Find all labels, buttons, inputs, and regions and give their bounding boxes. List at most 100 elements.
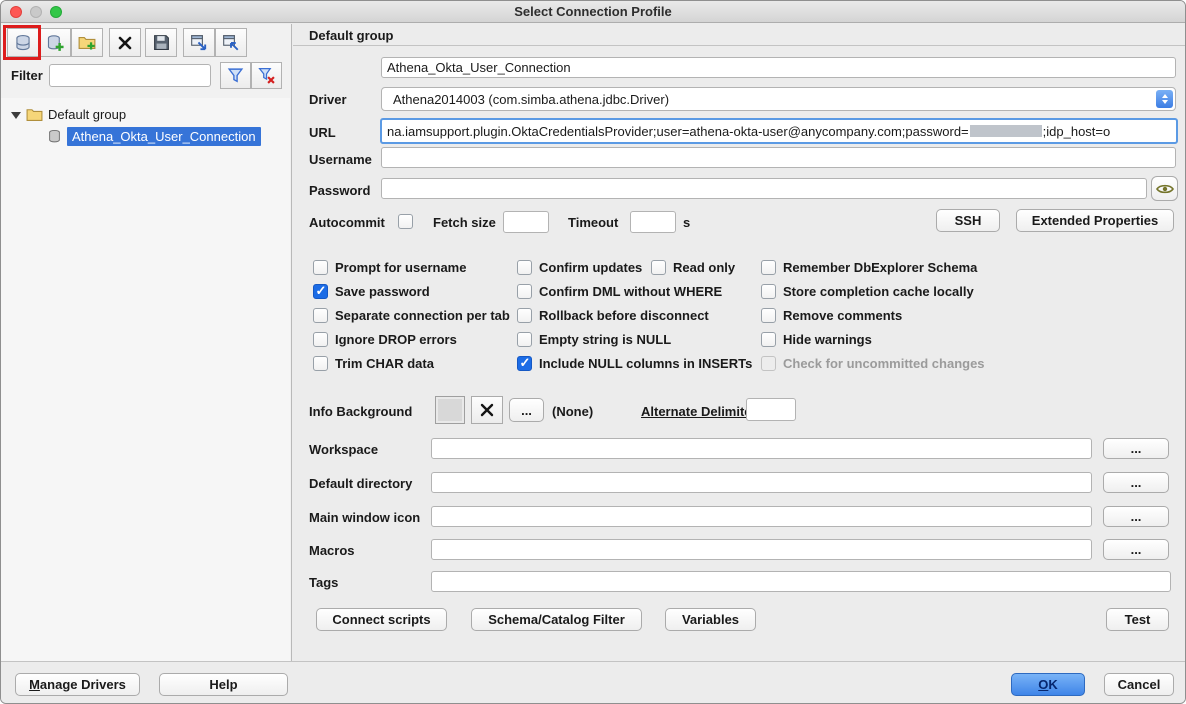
info-background-color-swatch[interactable]: [435, 396, 465, 424]
delete-icon: [117, 35, 133, 51]
checkbox-box: [517, 284, 532, 299]
checkbox-box: [313, 308, 328, 323]
info-background-none-value: (None): [552, 404, 593, 419]
checkbox-box: [517, 308, 532, 323]
checkbox-label: Empty string is NULL: [539, 332, 671, 347]
checkbox-include-null-columns-in-inserts[interactable]: Include NULL columns in INSERTs: [517, 355, 752, 372]
pick-info-background-button[interactable]: ...: [509, 398, 544, 422]
checkbox-rollback-before-disconnect[interactable]: Rollback before disconnect: [517, 307, 709, 324]
timeout-unit: s: [683, 215, 690, 230]
test-button[interactable]: Test: [1106, 608, 1169, 631]
fetch-size-label: Fetch size: [433, 215, 496, 230]
checkbox-empty-string-is-null[interactable]: Empty string is NULL: [517, 331, 671, 348]
macros-browse-button[interactable]: ...: [1103, 539, 1169, 560]
browse-dots-label: ...: [1131, 475, 1142, 490]
fetch-size-input[interactable]: [503, 211, 549, 233]
minimize-window-button[interactable]: [30, 6, 42, 18]
clear-filter-button[interactable]: [251, 62, 282, 89]
new-folder-icon: [78, 34, 96, 52]
macros-input[interactable]: [431, 539, 1092, 560]
password-input[interactable]: [381, 178, 1147, 199]
manage-drivers-button[interactable]: Manage Drivers: [15, 673, 140, 696]
schema-catalog-filter-label: Schema/Catalog Filter: [488, 612, 625, 627]
schema-catalog-filter-button[interactable]: Schema/Catalog Filter: [471, 608, 642, 631]
driver-selected-value: Athena2014003 (com.simba.athena.jdbc.Dri…: [393, 92, 669, 107]
dropdown-stepper-icon: [1156, 90, 1173, 108]
collapse-all-button[interactable]: [215, 28, 247, 57]
workspace-input[interactable]: [431, 438, 1092, 459]
alternate-delimiter-label: Alternate Delimiter: [641, 404, 757, 419]
browse-dots-label: ...: [1131, 441, 1142, 456]
checkbox-trim-char-data[interactable]: Trim CHAR data: [313, 355, 434, 372]
zoom-window-button[interactable]: [50, 6, 62, 18]
filter-input[interactable]: [49, 64, 211, 87]
profile-name-input[interactable]: Athena_Okta_User_Connection: [381, 57, 1176, 78]
checkbox-box: [313, 260, 328, 275]
eye-icon: [1156, 183, 1174, 195]
show-password-button[interactable]: [1151, 176, 1178, 201]
ok-label: K: [1048, 677, 1057, 692]
checkbox-label: Separate connection per tab: [335, 308, 510, 323]
checkbox-store-completion-cache-locally[interactable]: Store completion cache locally: [761, 283, 974, 300]
checkbox-remove-comments[interactable]: Remove comments: [761, 307, 902, 324]
ok-button[interactable]: OK: [1011, 673, 1085, 696]
checkbox-read-only[interactable]: Read only: [651, 259, 735, 276]
main-window-icon-browse-button[interactable]: ...: [1103, 506, 1169, 527]
expand-all-button[interactable]: [183, 28, 215, 57]
username-input[interactable]: [381, 147, 1176, 168]
main-window-icon-input[interactable]: [431, 506, 1092, 527]
checkbox-save-password[interactable]: Save password: [313, 283, 430, 300]
driver-label: Driver: [309, 92, 347, 107]
save-profiles-button[interactable]: [145, 28, 177, 57]
alternate-delimiter-input[interactable]: [746, 398, 796, 421]
tags-input[interactable]: [431, 571, 1171, 592]
default-directory-input[interactable]: [431, 472, 1092, 493]
copy-profile-button[interactable]: [39, 28, 71, 57]
checkbox-separate-connection-per-tab[interactable]: Separate connection per tab: [313, 307, 510, 324]
checkbox-prompt-for-username[interactable]: Prompt for username: [313, 259, 466, 276]
autocommit-checkbox[interactable]: [398, 214, 413, 229]
delete-profile-button[interactable]: [109, 28, 141, 57]
disclosure-triangle-icon[interactable]: [11, 112, 21, 119]
tree-item-profile[interactable]: Athena_Okta_User_Connection: [47, 126, 261, 146]
checkbox-check-for-uncommitted-changes: Check for uncommitted changes: [761, 355, 985, 372]
checkbox-ignore-drop-errors[interactable]: Ignore DROP errors: [313, 331, 457, 348]
extended-properties-button[interactable]: Extended Properties: [1016, 209, 1174, 232]
checkbox-label: Rollback before disconnect: [539, 308, 709, 323]
checkbox-label: Confirm DML without WHERE: [539, 284, 722, 299]
apply-filter-button[interactable]: [220, 62, 251, 89]
checkbox-confirm-dml-without-where[interactable]: Confirm DML without WHERE: [517, 283, 722, 300]
driver-select[interactable]: Athena2014003 (com.simba.athena.jdbc.Dri…: [381, 87, 1176, 111]
checkbox-label: Confirm updates: [539, 260, 642, 275]
connect-scripts-button[interactable]: Connect scripts: [316, 608, 447, 631]
ssh-button[interactable]: SSH: [936, 209, 1000, 232]
checkbox-confirm-updates[interactable]: Confirm updates: [517, 259, 642, 276]
checkbox-hide-warnings[interactable]: Hide warnings: [761, 331, 872, 348]
redacted-password-block: [970, 125, 1042, 137]
tree-group-default[interactable]: Default group: [11, 104, 126, 124]
footer-bar: Manage Drivers Help OK Cancel: [1, 662, 1185, 703]
checkbox-label: Hide warnings: [783, 332, 872, 347]
copy-profile-icon: [46, 34, 64, 52]
checkbox-box: [651, 260, 666, 275]
default-directory-browse-button[interactable]: ...: [1103, 472, 1169, 493]
cancel-button[interactable]: Cancel: [1104, 673, 1174, 696]
url-input[interactable]: na.iamsupport.plugin.OktaCredentialsProv…: [380, 118, 1178, 144]
save-icon: [153, 34, 170, 51]
checkbox-label: Remove comments: [783, 308, 902, 323]
new-folder-button[interactable]: [71, 28, 103, 57]
checkbox-remember-dbexplorer-schema[interactable]: Remember DbExplorer Schema: [761, 259, 977, 276]
checkbox-label: Ignore DROP errors: [335, 332, 457, 347]
variables-button[interactable]: Variables: [665, 608, 756, 631]
title-bar: Select Connection Profile: [1, 1, 1185, 23]
help-button[interactable]: Help: [159, 673, 288, 696]
timeout-input[interactable]: [630, 211, 676, 233]
clear-info-background-button[interactable]: [471, 396, 503, 424]
workspace-browse-button[interactable]: ...: [1103, 438, 1169, 459]
select-connection-profile-dialog: Select Connection Profile: [0, 0, 1186, 704]
checkbox-box: [761, 260, 776, 275]
close-window-button[interactable]: [10, 6, 22, 18]
help-label: Help: [209, 677, 237, 692]
username-label: Username: [309, 152, 372, 167]
new-profile-button[interactable]: [7, 28, 39, 57]
